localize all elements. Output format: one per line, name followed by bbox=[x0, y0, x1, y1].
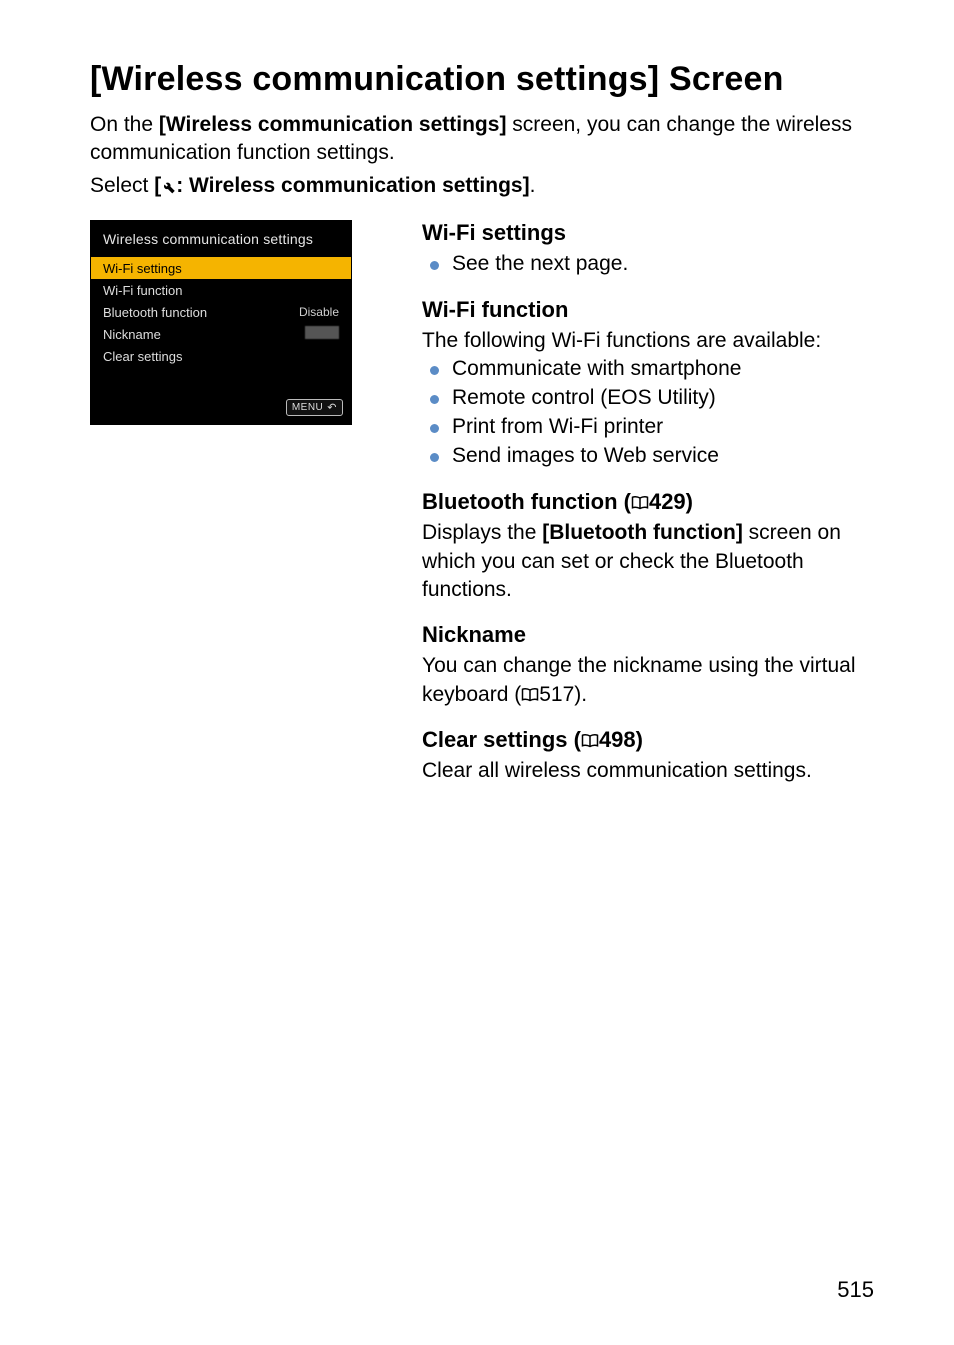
section-text: You can change the nickname using the vi… bbox=[422, 652, 874, 709]
section-nickname: Nickname You can change the nickname usi… bbox=[422, 622, 874, 709]
select-bold: [: Wireless communication settings] bbox=[154, 174, 529, 197]
camera-lcd-screenshot: Wireless communication settings Wi-Fi se… bbox=[90, 220, 352, 425]
lcd-row-bluetooth[interactable]: Bluetooth function Disable bbox=[91, 301, 351, 323]
section-clear-settings: Clear settings (498) Clear all wireless … bbox=[422, 727, 874, 785]
section-text: Clear all wireless communication setting… bbox=[422, 757, 874, 785]
list-item: Communicate with smartphone bbox=[440, 355, 874, 384]
page-title: [Wireless communication settings] Screen bbox=[90, 60, 874, 99]
lcd-row-label: Wi-Fi function bbox=[103, 283, 182, 298]
section-intro: The following Wi-Fi functions are availa… bbox=[422, 327, 874, 355]
lcd-row-label: Clear settings bbox=[103, 349, 182, 364]
intro-bold: [Wireless communication settings] bbox=[159, 113, 507, 136]
section-bluetooth: Bluetooth function (429) Displays the [B… bbox=[422, 489, 874, 604]
lcd-menu-list: Wi-Fi settings Wi-Fi function Bluetooth … bbox=[91, 257, 351, 395]
select-line: Select [: Wireless communication setting… bbox=[90, 172, 874, 202]
lcd-title: Wireless communication settings bbox=[91, 221, 351, 257]
select-post: . bbox=[530, 174, 536, 197]
intro-paragraph: On the [Wireless communication settings]… bbox=[90, 111, 874, 168]
wrench-icon bbox=[161, 174, 176, 202]
descriptions-column: Wi-Fi settings See the next page. Wi-Fi … bbox=[422, 220, 874, 803]
section-heading: Wi-Fi function bbox=[422, 297, 874, 323]
lcd-row-label: Bluetooth function bbox=[103, 305, 207, 320]
section-heading: Nickname bbox=[422, 622, 874, 648]
section-text: Displays the [Bluetooth function] screen… bbox=[422, 519, 874, 604]
lcd-row-value-blurred bbox=[305, 326, 339, 342]
section-heading: Bluetooth function (429) bbox=[422, 489, 874, 515]
lcd-row-label: Nickname bbox=[103, 327, 161, 342]
section-wifi-settings: Wi-Fi settings See the next page. bbox=[422, 220, 874, 279]
lcd-spacer bbox=[91, 367, 351, 391]
lcd-row-wifi-function[interactable]: Wi-Fi function bbox=[91, 279, 351, 301]
page-ref-icon bbox=[631, 495, 649, 510]
page-ref-icon bbox=[581, 733, 599, 748]
page-number: 515 bbox=[837, 1277, 874, 1303]
lcd-row-label: Wi-Fi settings bbox=[103, 261, 182, 276]
section-wifi-function: Wi-Fi function The following Wi-Fi funct… bbox=[422, 297, 874, 471]
lcd-row-clear-settings[interactable]: Clear settings bbox=[91, 345, 351, 367]
intro-pre: On the bbox=[90, 113, 159, 136]
select-pre: Select bbox=[90, 174, 154, 197]
lcd-row-nickname[interactable]: Nickname bbox=[91, 323, 351, 345]
list-item: Remote control (EOS Utility) bbox=[440, 384, 874, 413]
section-heading: Wi-Fi settings bbox=[422, 220, 874, 246]
return-icon: ↶ bbox=[327, 401, 337, 414]
lcd-row-wifi-settings[interactable]: Wi-Fi settings bbox=[91, 257, 351, 279]
section-heading: Clear settings (498) bbox=[422, 727, 874, 753]
menu-label: MENU bbox=[292, 402, 323, 413]
list-item: Send images to Web service bbox=[440, 442, 874, 471]
list-item: See the next page. bbox=[440, 250, 874, 279]
list-item: Print from Wi-Fi printer bbox=[440, 413, 874, 442]
lcd-row-value: Disable bbox=[299, 305, 339, 319]
page-ref-icon bbox=[521, 687, 539, 702]
menu-return-button[interactable]: MENU ↶ bbox=[286, 399, 343, 416]
lcd-footer: MENU ↶ bbox=[91, 395, 351, 424]
